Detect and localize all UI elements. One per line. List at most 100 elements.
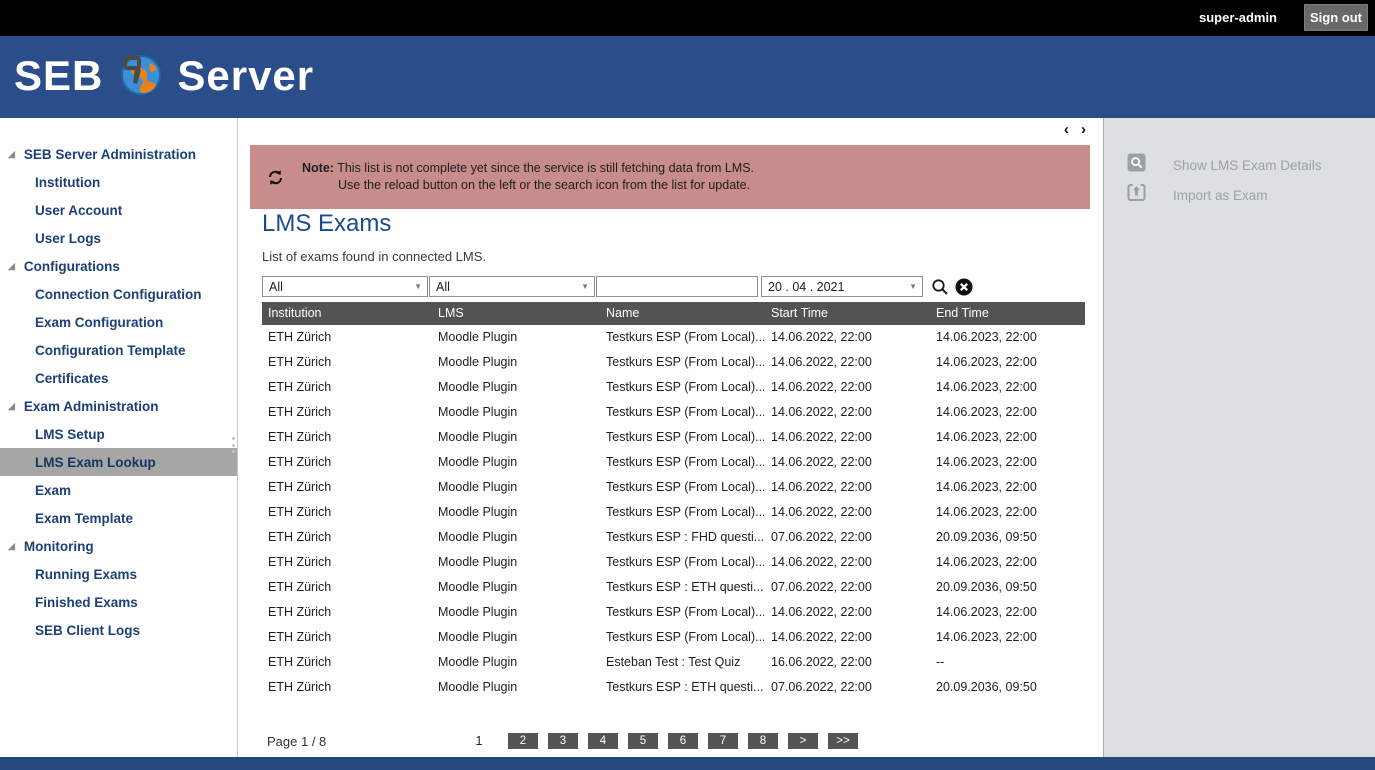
table-cell: Moodle Plugin (438, 400, 598, 425)
sidebar-item-user-logs[interactable]: User Logs (0, 224, 237, 252)
column-header-end-time[interactable]: End Time (936, 302, 1081, 325)
table-row[interactable]: ETH ZürichMoodle PluginTestkurs ESP : ET… (262, 575, 1085, 600)
sidebar-item-finished-exams[interactable]: Finished Exams (0, 588, 237, 616)
table-cell: 14.06.2022, 22:00 (771, 425, 929, 450)
page-button-5[interactable]: 5 (628, 733, 658, 749)
sidebar-item-exam[interactable]: Exam (0, 476, 237, 504)
sidebar-section-configurations[interactable]: ◢ Configurations (0, 252, 237, 280)
table-cell: ETH Zürich (268, 600, 430, 625)
table-cell: 14.06.2022, 22:00 (771, 500, 929, 525)
page-button-8[interactable]: 8 (748, 733, 778, 749)
table-row[interactable]: ETH ZürichMoodle PluginTestkurs ESP : ET… (262, 675, 1085, 700)
tree-expander-icon[interactable]: ◢ (8, 262, 15, 271)
app-header: SEB Server (0, 36, 1375, 118)
table-row[interactable]: ETH ZürichMoodle PluginTestkurs ESP (Fro… (262, 600, 1085, 625)
page-button-7[interactable]: 7 (708, 733, 738, 749)
table-cell: ETH Zürich (268, 550, 430, 575)
table-cell: 14.06.2022, 22:00 (771, 625, 929, 650)
table-row[interactable]: ETH ZürichMoodle PluginTestkurs ESP (Fro… (262, 450, 1085, 475)
sidebar-section-label: Exam Administration (24, 399, 159, 414)
sidebar-item-connection-configuration[interactable]: Connection Configuration (0, 280, 237, 308)
lms-filter-value: All (436, 280, 450, 294)
footer-bar (0, 757, 1375, 770)
sidebar-item-institution[interactable]: Institution (0, 168, 237, 196)
column-header-start-time[interactable]: Start Time (771, 302, 929, 325)
action-panel: Show LMS Exam Details Import as Exam (1104, 118, 1375, 757)
table-row[interactable]: ETH ZürichMoodle PluginTestkurs ESP (Fro… (262, 400, 1085, 425)
brand-word-seb: SEB (14, 52, 103, 100)
table-cell: Testkurs ESP (From Local)... (606, 400, 764, 425)
last-page-button[interactable]: >> (828, 733, 858, 749)
sidebar-item-exam-configuration[interactable]: Exam Configuration (0, 308, 237, 336)
note-line2: Use the reload button on the left or the… (302, 177, 754, 194)
sidebar-item-configuration-template[interactable]: Configuration Template (0, 336, 237, 364)
table-row[interactable]: ETH ZürichMoodle PluginEsteban Test : Te… (262, 650, 1085, 675)
sidebar-item-running-exams[interactable]: Running Exams (0, 560, 237, 588)
next-page-button[interactable]: > (788, 733, 818, 749)
table-row[interactable]: ETH ZürichMoodle PluginTestkurs ESP (Fro… (262, 500, 1085, 525)
table-row[interactable]: ETH ZürichMoodle PluginTestkurs ESP : FH… (262, 525, 1085, 550)
sidebar-item-certificates[interactable]: Certificates (0, 364, 237, 392)
show-lms-exam-details-action[interactable]: Show LMS Exam Details (1104, 150, 1375, 180)
sidebar-item-exam-template[interactable]: Exam Template (0, 504, 237, 532)
page-button-4[interactable]: 4 (588, 733, 618, 749)
column-header-name[interactable]: Name (606, 302, 764, 325)
table-cell: 20.09.2036, 09:50 (936, 575, 1081, 600)
note-line1: This list is not complete yet since the … (337, 161, 754, 175)
table-cell: 14.06.2023, 22:00 (936, 600, 1081, 625)
column-header-institution[interactable]: Institution (268, 302, 430, 325)
table-row[interactable]: ETH ZürichMoodle PluginTestkurs ESP (Fro… (262, 425, 1085, 450)
tree-expander-icon[interactable]: ◢ (8, 402, 15, 411)
sidebar-section-monitoring[interactable]: ◢ Monitoring (0, 532, 237, 560)
sidebar-section-seb-server-administration[interactable]: ◢SEB Server Administration (0, 140, 237, 168)
note-banner: Note: This list is not complete yet sinc… (250, 145, 1090, 209)
sidebar-section-label: Monitoring (24, 539, 94, 554)
table-row[interactable]: ETH ZürichMoodle PluginTestkurs ESP (Fro… (262, 625, 1085, 650)
sidebar-item-user-account[interactable]: User Account (0, 196, 237, 224)
sidebar-splitter-handle[interactable] (232, 437, 237, 453)
table-cell: 07.06.2022, 22:00 (771, 675, 929, 700)
sidebar-section-exam-administration[interactable]: ◢ Exam Administration (0, 392, 237, 420)
chevron-down-icon: ▼ (909, 282, 917, 291)
table-cell: ETH Zürich (268, 675, 430, 700)
sign-out-button[interactable]: Sign out (1304, 4, 1368, 31)
page-button-6[interactable]: 6 (668, 733, 698, 749)
sidebar-item-seb-client-logs[interactable]: SEB Client Logs (0, 616, 237, 644)
table-row[interactable]: ETH ZürichMoodle PluginTestkurs ESP (Fro… (262, 550, 1085, 575)
institution-filter-dropdown[interactable]: All ▼ (262, 276, 428, 297)
sidebar-item-lms-setup[interactable]: LMS Setup (0, 420, 237, 448)
panel-collapse-chevrons-icon[interactable]: ‹ › (1064, 121, 1090, 138)
table-cell: ETH Zürich (268, 625, 430, 650)
page-button-3[interactable]: 3 (548, 733, 578, 749)
search-icon[interactable] (931, 278, 949, 301)
tree-expander-icon[interactable]: ◢ (8, 150, 15, 159)
tree-expander-icon[interactable]: ◢ (8, 542, 15, 551)
page-button-2[interactable]: 2 (508, 733, 538, 749)
table-cell: Moodle Plugin (438, 475, 598, 500)
table-cell: Moodle Plugin (438, 650, 598, 675)
name-filter-field[interactable] (596, 276, 758, 297)
table-cell: 14.06.2022, 22:00 (771, 600, 929, 625)
clear-filter-icon[interactable] (955, 278, 973, 301)
name-filter-input[interactable] (603, 277, 751, 296)
sidebar-item-lms-exam-lookup[interactable]: LMS Exam Lookup (0, 448, 237, 476)
date-filter-dropdown[interactable]: 20 . 04 . 2021 ▼ (761, 276, 923, 297)
table-row[interactable]: ETH ZürichMoodle PluginTestkurs ESP (Fro… (262, 375, 1085, 400)
table-cell: 14.06.2022, 22:00 (771, 350, 929, 375)
table-cell: ETH Zürich (268, 650, 430, 675)
table-cell: Moodle Plugin (438, 325, 598, 350)
table-row[interactable]: ETH ZürichMoodle PluginTestkurs ESP (Fro… (262, 475, 1085, 500)
table-cell: Testkurs ESP (From Local)... (606, 625, 764, 650)
table-cell: ETH Zürich (268, 475, 430, 500)
lms-filter-dropdown[interactable]: All ▼ (429, 276, 595, 297)
table-row[interactable]: ETH ZürichMoodle PluginTestkurs ESP (Fro… (262, 325, 1085, 350)
brand-word-server: Server (177, 52, 314, 100)
sidebar-section-label: Configurations (24, 259, 120, 274)
table-row[interactable]: ETH ZürichMoodle PluginTestkurs ESP (Fro… (262, 350, 1085, 375)
table-cell: 14.06.2023, 22:00 (936, 350, 1081, 375)
table-cell: 14.06.2022, 22:00 (771, 550, 929, 575)
table-cell: 14.06.2022, 22:00 (771, 325, 929, 350)
import-as-exam-action[interactable]: Import as Exam (1104, 180, 1375, 210)
table-cell: Moodle Plugin (438, 575, 598, 600)
column-header-lms[interactable]: LMS (438, 302, 598, 325)
